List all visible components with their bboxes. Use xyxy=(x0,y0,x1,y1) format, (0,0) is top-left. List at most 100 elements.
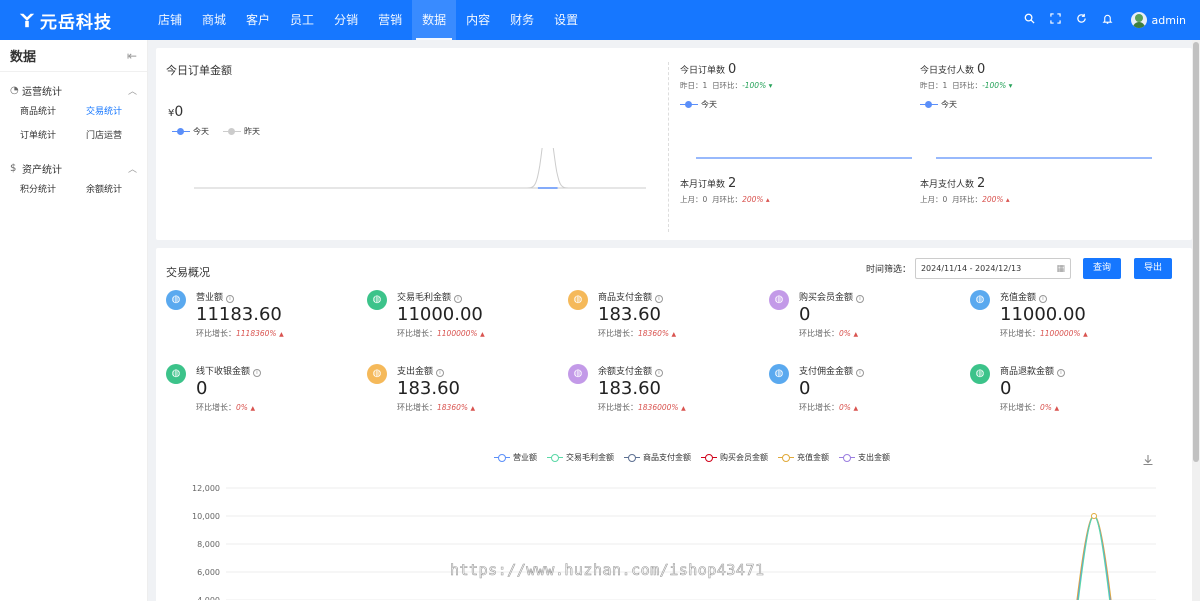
stat-value: 0 xyxy=(196,378,208,399)
download-icon[interactable] xyxy=(1142,454,1154,469)
nav-item-staff[interactable]: 员工 xyxy=(280,0,324,40)
info-icon[interactable]: i xyxy=(253,369,262,377)
info-icon[interactable]: i xyxy=(454,295,463,303)
legend-label: 支出金额 xyxy=(858,453,890,462)
stat-value: 183.60 xyxy=(598,378,661,399)
nav-item-finance[interactable]: 财务 xyxy=(500,0,544,40)
legend-label: 购买会员金额 xyxy=(720,453,768,462)
info-icon[interactable]: i xyxy=(226,295,235,303)
today-chart-legend: 今天 昨天 xyxy=(172,126,274,137)
page-scrollbar[interactable] xyxy=(1192,40,1200,601)
legend-item[interactable]: 营业额 xyxy=(494,452,537,463)
sidebar-item-balance-stats[interactable]: 余额统计 xyxy=(86,180,152,200)
export-button[interactable]: 导出 xyxy=(1133,258,1172,279)
fullscreen-icon[interactable] xyxy=(1043,12,1069,28)
avatar[interactable] xyxy=(1130,12,1147,28)
chevron-up-icon: ︿ xyxy=(127,86,137,97)
sidebar-group-operations[interactable]: ◔ 运营统计 ︿ xyxy=(0,78,147,102)
today-amount-value: 0 xyxy=(174,104,184,120)
legend-item[interactable]: 商品支付金额 xyxy=(624,452,691,463)
info-icon[interactable]: i xyxy=(1039,295,1048,303)
legend-label: 今天 xyxy=(193,127,209,136)
nav-item-customer[interactable]: 客户 xyxy=(236,0,280,40)
sidebar-group-assets[interactable]: $ 资产统计 ︿ xyxy=(0,156,147,180)
arrow-up-icon: ▲ xyxy=(853,405,859,412)
series-line xyxy=(1077,515,1111,600)
brand-logo-icon xyxy=(19,13,35,28)
refresh-icon[interactable] xyxy=(1069,13,1095,28)
stat-growth: 环比增长：1100000% ▲ xyxy=(1000,329,1088,338)
legend-label: 商品支付金额 xyxy=(643,453,691,462)
legend-today[interactable]: 今天 xyxy=(172,126,209,137)
stat-label: 线下收银金额 i xyxy=(196,364,262,377)
info-icon[interactable]: i xyxy=(436,369,445,377)
cash-icon: ◍ xyxy=(166,364,186,384)
arrow-up-icon: ▲ xyxy=(470,405,476,412)
date-range-input[interactable]: 2024/11/14 - 2024/12/13 ▦ xyxy=(914,258,1071,279)
kpi-sub-value: 1 xyxy=(702,81,708,90)
kpi-value: 0 xyxy=(728,62,737,77)
y-tick-label: 6,000 xyxy=(197,568,220,577)
legend-item[interactable]: 充值金额 xyxy=(778,452,829,463)
arrow-up-icon: ▲ xyxy=(480,331,485,338)
collapse-icon[interactable]: ⇤ xyxy=(127,49,137,63)
sidebar-item-order-stats[interactable]: 订单统计 xyxy=(20,126,86,146)
legend-item[interactable]: 购买会员金额 xyxy=(701,452,768,463)
query-button[interactable]: 查询 xyxy=(1082,258,1121,279)
nav-item-distribution[interactable]: 分销 xyxy=(324,0,368,40)
stat-growth: 环比增长：1836000% ▲ xyxy=(598,403,686,412)
filter-label: 时间筛选： xyxy=(865,265,911,275)
arrow-up-icon: ▲ xyxy=(1054,405,1060,412)
legend-label: 今天 xyxy=(941,100,957,109)
info-icon[interactable]: i xyxy=(856,295,865,303)
sidebar-group-items: 积分统计 余额统计 xyxy=(0,180,147,200)
kpi-label: 今日订单数 xyxy=(680,66,726,76)
stat-value: 0 xyxy=(799,378,811,399)
stat-value: 0 xyxy=(1000,378,1012,399)
info-icon[interactable]: i xyxy=(856,369,865,377)
trade-stat: ◍ 交易毛利金额 i 11000.00 环比增长：1100000% ▲ xyxy=(367,290,567,350)
info-icon[interactable]: i xyxy=(655,369,664,377)
legend-yesterday[interactable]: 昨天 xyxy=(223,126,260,137)
nav-item-store[interactable]: 店铺 xyxy=(148,0,192,40)
stat-growth: 环比增长：18360% ▲ xyxy=(397,403,476,412)
series-yesterday-line xyxy=(194,148,646,189)
arrow-down-icon: ▾ xyxy=(768,81,773,90)
trade-stat: ◍ 营业额 i 11183.60 环比增长：1118360% ▲ xyxy=(166,290,366,350)
chart-icon: ◔ xyxy=(10,84,19,96)
info-icon[interactable]: i xyxy=(655,295,664,303)
kpi-label: 本月订单数 xyxy=(680,180,726,190)
kpi-sub-value: 0 xyxy=(942,195,948,204)
legend-item[interactable]: 支出金额 xyxy=(839,452,890,463)
legend-item[interactable]: 交易毛利金额 xyxy=(547,452,614,463)
sidebar-item-store-ops[interactable]: 门店运营 xyxy=(86,126,152,146)
date-range-value: 2024/11/14 - 2024/12/13 xyxy=(920,264,1022,273)
chevron-up-icon: ︿ xyxy=(127,164,137,175)
bell-icon[interactable] xyxy=(1095,13,1121,28)
y-tick-label: 4,000 xyxy=(197,596,220,600)
top-navbar: 元岳科技 店铺 商城 客户 员工 分销 营销 数据 内容 财务 设置 admin xyxy=(0,0,1200,40)
kpi-orders-today: 今日订单数 0 昨日：1 日环比：-100% ▾ 今天 xyxy=(680,62,910,110)
kpi-ratio-label: 日环比： xyxy=(952,81,983,90)
kpi-payers-today: 今日支付人数 0 昨日：1 日环比：-100% ▾ 今天 xyxy=(920,62,1150,110)
legend-today[interactable]: 今天 xyxy=(680,99,717,110)
search-icon[interactable] xyxy=(1017,13,1043,28)
nav-item-data[interactable]: 数据 xyxy=(412,0,457,40)
stat-label: 购买会员金额 i xyxy=(799,290,865,303)
trade-stat: ◍ 支付佣金金额 i 0 环比增长：0% ▲ xyxy=(769,364,969,424)
brand[interactable]: 元岳科技 xyxy=(0,8,148,33)
legend-today[interactable]: 今天 xyxy=(920,99,957,110)
nav-item-marketing[interactable]: 营销 xyxy=(368,0,412,40)
sidebar-item-points-stats[interactable]: 积分统计 xyxy=(20,180,86,200)
sidebar-title: 数据 ⇤ xyxy=(0,40,147,72)
nav-item-settings[interactable]: 设置 xyxy=(544,0,588,40)
scrollbar-thumb[interactable] xyxy=(1193,42,1199,462)
stat-growth: 环比增长：18360% ▲ xyxy=(598,329,677,338)
nav-item-content[interactable]: 内容 xyxy=(456,0,500,40)
nav-item-mall[interactable]: 商城 xyxy=(192,0,236,40)
user-name[interactable]: admin xyxy=(1152,14,1186,27)
sidebar-item-trade-stats[interactable]: 交易统计 xyxy=(86,102,152,122)
sidebar-item-product-stats[interactable]: 商品统计 xyxy=(20,102,86,122)
kpi-ratio-value: -100% xyxy=(982,81,1007,90)
info-icon[interactable]: i xyxy=(1057,369,1066,377)
